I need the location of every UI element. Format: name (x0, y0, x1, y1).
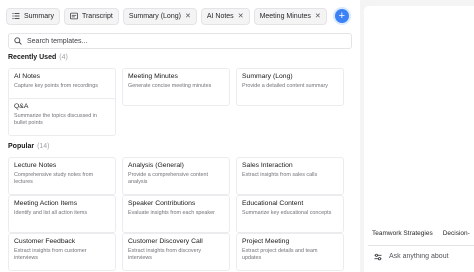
card-description: Extract project details and team updates (242, 248, 318, 261)
template-card-meeting-minutes[interactable]: Meeting Minutes Generate concise meeting… (122, 68, 230, 106)
add-tab-button[interactable]: + (334, 9, 349, 23)
card-title: Customer Discovery Call (128, 238, 203, 245)
close-icon[interactable]: ✕ (315, 13, 321, 20)
template-card-analysis-general[interactable]: Analysis (General) Provide a comprehensi… (122, 157, 230, 195)
card-description: Provide a comprehensive content analysis (128, 172, 209, 185)
tab-label: AI Notes (206, 12, 234, 20)
card-title: Summary (Long) (242, 73, 293, 80)
tab-ai-notes[interactable]: AI Notes ✕ (200, 7, 250, 25)
ask-bar (368, 245, 474, 267)
card-description: Evaluate insights from each speaker (128, 210, 215, 216)
tab-transcript[interactable]: Transcript (63, 7, 119, 25)
sliders-icon[interactable] (374, 248, 382, 266)
template-search (8, 33, 352, 49)
card-description: Extract insights from discovery intervie… (128, 248, 202, 261)
popular-heading: Popular (14) (8, 143, 50, 150)
close-icon[interactable]: ✕ (238, 13, 244, 20)
popular-count: (14) (37, 143, 50, 150)
template-card-customer-feedback[interactable]: Customer Feedback Extract insights from … (8, 233, 116, 271)
suggestion-chip[interactable]: Decision- (443, 230, 470, 237)
templates-panel: Summary Transcript Summary (Long) ✕ AI N… (0, 0, 360, 272)
card-title: Q&A (14, 103, 29, 110)
template-card-qa[interactable]: Q&A Summarize the topics discussed in bu… (8, 98, 116, 136)
card-title: Lecture Notes (14, 162, 57, 169)
tab-label: Summary (Long) (128, 12, 181, 20)
tab-label: Transcript (81, 12, 113, 20)
template-card-project-meeting[interactable]: Project Meeting Extract project details … (236, 233, 344, 271)
card-description: Capture key points from recordings (14, 83, 98, 89)
card-title: Meeting Minutes (128, 73, 178, 80)
template-card-speaker-contributions[interactable]: Speaker Contributions Evaluate insights … (122, 195, 230, 233)
tab-bar: Summary Transcript Summary (Long) ✕ AI N… (6, 7, 349, 25)
card-description: Extract insights from sales calls (242, 172, 318, 178)
tab-summary[interactable]: Summary (6, 7, 60, 25)
recently-used-heading: Recently Used (4) (8, 54, 68, 61)
close-icon[interactable]: ✕ (185, 13, 191, 20)
list-icon (12, 12, 20, 20)
card-description: Generate concise meeting minutes (128, 83, 212, 89)
search-input[interactable] (27, 37, 327, 45)
card-title: Analysis (General) (128, 162, 184, 169)
card-title: Meeting Action Items (14, 200, 78, 207)
card-description: Summarize the topics discussed in bullet… (14, 113, 97, 126)
tab-meeting-minutes[interactable]: Meeting Minutes ✕ (253, 7, 327, 25)
template-card-summary-long[interactable]: Summary (Long) Provide a detailed conten… (236, 68, 344, 106)
template-card-meeting-action-items[interactable]: Meeting Action Items Identify and list a… (8, 195, 116, 233)
template-card-customer-discovery-call[interactable]: Customer Discovery Call Extract insights… (122, 233, 230, 271)
assistant-panel: Teamwork Strategies Decision- (364, 6, 474, 272)
card-description: Extract insights from customer interview… (14, 248, 87, 261)
card-title: Sales Interaction (242, 162, 293, 169)
suggestion-chips: Teamwork Strategies Decision- (372, 230, 470, 237)
template-card-lecture-notes[interactable]: Lecture Notes Comprehensive study notes … (8, 157, 116, 195)
card-description: Provide a detailed content summary (242, 83, 328, 89)
card-title: Project Meeting (242, 238, 290, 245)
template-card-sales-interaction[interactable]: Sales Interaction Extract insights from … (236, 157, 344, 195)
card-description: Summarize key educational concepts (242, 210, 332, 216)
card-title: AI Notes (14, 73, 41, 80)
suggestion-chip[interactable]: Teamwork Strategies (372, 230, 433, 237)
transcript-icon (69, 12, 78, 20)
ask-input[interactable] (389, 253, 469, 260)
template-card-educational-content[interactable]: Educational Content Summarize key educat… (236, 195, 344, 233)
card-title: Educational Content (242, 200, 304, 207)
card-title: Customer Feedback (14, 238, 76, 245)
card-description: Identify and list all action items (14, 210, 88, 216)
tab-summary-long[interactable]: Summary (Long) ✕ (122, 7, 197, 25)
tab-label: Summary (24, 12, 54, 20)
search-icon (14, 32, 22, 50)
card-description: Comprehensive study notes from lectures (14, 172, 94, 185)
recently-used-count: (4) (59, 54, 68, 61)
tab-label: Meeting Minutes (259, 12, 311, 20)
card-title: Speaker Contributions (128, 200, 196, 207)
